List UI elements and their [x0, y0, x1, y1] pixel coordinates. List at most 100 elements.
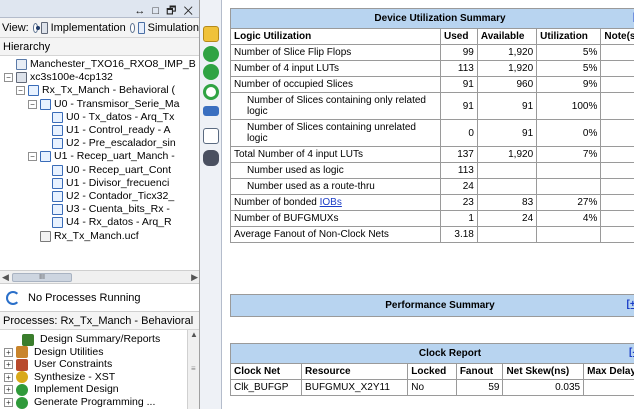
tree-node[interactable]: U0 - Recep_uart_Cont — [52, 164, 171, 177]
cell-note — [600, 60, 634, 77]
tree-node[interactable]: U1 - Divisor_frecuenci — [52, 177, 169, 190]
collapse-icon[interactable]: − — [28, 99, 37, 109]
cell-used: 99 — [440, 44, 478, 61]
process-item[interactable]: + Design Utilities — [4, 346, 103, 359]
column-header: Available — [476, 28, 538, 45]
clock-header: Clock Report [-] — [230, 343, 634, 364]
clock-report-table: Clock Report [-] Clock NetResourceLocked… — [230, 343, 634, 396]
cell-note — [600, 178, 634, 195]
clock-collapse-link[interactable]: [-] — [629, 347, 634, 358]
expand-icon[interactable]: + — [4, 372, 13, 382]
expand-icon[interactable]: + — [4, 398, 13, 407]
cell-util: 5% — [536, 60, 602, 77]
scroll-up-icon[interactable]: ▲ — [190, 330, 198, 339]
tree-node[interactable]: − U0 - Transmisor_Serie_Ma — [28, 98, 179, 111]
expand-icon[interactable]: + — [4, 347, 13, 357]
process-item[interactable]: + Implement Design — [4, 383, 119, 396]
cell-note — [600, 146, 634, 163]
tree-node[interactable]: Manchester_TXO16_RXO8_IMP_B — [16, 58, 196, 71]
iobs-link[interactable]: IOBs — [320, 197, 342, 208]
scroll-right-icon[interactable]: ▶ — [191, 272, 198, 283]
row-label: Number of Slices containing only related… — [230, 92, 441, 120]
tree-node[interactable]: U2 - Contador_Ticx32_ — [52, 190, 174, 203]
vhdl-module-icon — [52, 191, 63, 202]
hierarchy-tree: Manchester_TXO16_RXO8_IMP_B − xc3s100e-4cp… — [0, 56, 199, 271]
find-icon[interactable] — [203, 150, 219, 166]
tree-node[interactable]: − Rx_Tx_Manch - Behavioral ( — [16, 84, 175, 97]
tree-node-label: U0 - Tx_datos - Arq_Tx — [66, 110, 175, 123]
cell-util: 27% — [536, 194, 602, 211]
process-item[interactable]: + Synthesize - XST — [4, 371, 115, 384]
design-panel: ↔ □ 🗗 ✕ View: Implementation Simulation … — [0, 0, 200, 409]
scroll-left-icon[interactable]: ◀ — [2, 272, 9, 283]
column-header: Note(s) — [600, 28, 634, 45]
cell-avail — [476, 178, 538, 195]
tree-node[interactable]: U1 - Control_ready - A — [52, 124, 170, 137]
back-icon[interactable] — [203, 46, 219, 62]
tree-node-label: U1 - Recep_uart_Manch - — [54, 150, 175, 163]
cell-locked: No — [407, 379, 457, 396]
row-label-text: Total Number of 4 input LUTs — [234, 149, 363, 160]
cell-resource: BUFGMUX_X2Y11 — [301, 379, 409, 396]
expand-icon[interactable]: + — [4, 360, 13, 370]
process-refresh-icon — [6, 290, 20, 305]
column-header: Locked — [407, 363, 457, 380]
simulation-label[interactable]: Simulation — [148, 22, 199, 34]
cell-util: 5% — [536, 44, 602, 61]
utilities-icon — [16, 346, 28, 359]
column-header: Clock Net — [230, 363, 303, 380]
tree-node[interactable]: U4 - Rx_datos - Arq_R — [52, 216, 172, 229]
tree-node[interactable]: Rx_Tx_Manch.ucf — [40, 230, 139, 243]
refresh-icon[interactable] — [203, 84, 219, 100]
implement-icon — [16, 383, 28, 396]
panel-window-controls[interactable]: ↔ □ 🗗 ✕ — [134, 2, 195, 21]
home-icon[interactable] — [203, 26, 219, 42]
tree-node[interactable]: U0 - Tx_datos - Arq_Tx — [52, 111, 174, 124]
column-header: Used — [440, 28, 478, 45]
cell-util: 0% — [536, 119, 602, 147]
process-item[interactable]: Design Summary/Reports — [22, 333, 160, 346]
panel-title-bar: ↔ □ 🗗 ✕ — [0, 0, 199, 18]
tree-node[interactable]: − U1 - Recep_uart_Manch - — [28, 150, 175, 163]
collapse-icon[interactable]: − — [4, 73, 13, 83]
table-row: Number of occupied Slices 91 960 9% — [230, 76, 634, 93]
implementation-radio[interactable] — [32, 22, 40, 33]
implementation-icon — [41, 21, 48, 34]
design-summary-report: Device Utilization Summary [-] Logic Uti… — [230, 0, 634, 409]
cell-util: 7% — [536, 146, 602, 163]
implementation-label[interactable]: Implementation — [51, 22, 126, 34]
tree-node[interactable]: U3 - Cuenta_bits_Rx - — [52, 203, 170, 216]
scroll-grip-icon[interactable]: ≡ — [191, 364, 196, 373]
column-header: Net Skew(ns) — [502, 363, 585, 380]
outline-icon[interactable] — [203, 128, 219, 144]
cell-avail — [476, 226, 538, 243]
cell-util: 9% — [536, 76, 602, 93]
utilization-header: Device Utilization Summary [-] — [230, 8, 634, 29]
processes-vertical-scrollbar[interactable]: ▲ ≡ — [187, 330, 199, 409]
scroll-thumb[interactable]: III — [12, 273, 72, 282]
vhdl-module-icon — [52, 177, 63, 189]
simulation-radio[interactable] — [129, 22, 136, 33]
cell-avail: 1,920 — [476, 60, 538, 77]
forward-icon[interactable] — [203, 64, 219, 80]
tree-node-label: U0 - Recep_uart_Cont — [66, 163, 172, 176]
cell-util — [536, 178, 602, 195]
process-label: Synthesize - XST — [34, 370, 116, 383]
row-label-text: Number of Slices containing unrelated lo… — [247, 122, 416, 144]
hierarchy-horizontal-scrollbar[interactable]: ◀ III ▶ — [0, 270, 199, 284]
vhdl-module-icon — [52, 111, 63, 123]
collapse-icon[interactable]: − — [28, 152, 37, 162]
cell-fanout: 59 — [455, 379, 504, 396]
process-item[interactable]: + User Constraints — [4, 358, 112, 371]
table-row: Number of Slices containing unrelated lo… — [230, 119, 634, 147]
expand-icon[interactable]: + — [4, 385, 13, 395]
tree-node[interactable]: − xc3s100e-4cp132 — [4, 71, 113, 84]
cell-avail: 1,920 — [476, 44, 538, 61]
tree-node[interactable]: U2 - Pre_escalador_sin — [52, 137, 176, 150]
collapse-icon[interactable]: − — [16, 86, 25, 96]
cell-note — [600, 194, 634, 211]
performance-expand-link[interactable]: [+] — [627, 299, 634, 310]
tree-node-label: U0 - Transmisor_Serie_Ma — [54, 97, 180, 110]
process-item[interactable]: + Generate Programming ... — [4, 396, 155, 409]
print-icon[interactable] — [203, 106, 219, 116]
